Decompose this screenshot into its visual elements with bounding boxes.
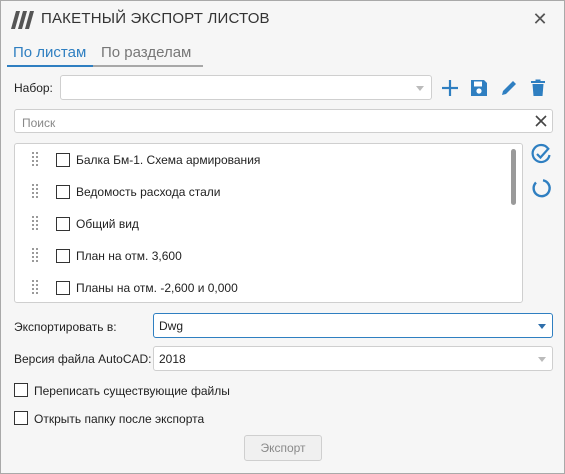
overwrite-checkbox[interactable]	[14, 383, 28, 397]
close-icon[interactable]: ✕	[530, 9, 550, 29]
plus-icon[interactable]	[439, 77, 461, 99]
sheet-label: Ведомость расхода стали	[76, 185, 221, 199]
tab-by-sections[interactable]: По разделам	[101, 43, 191, 63]
list-item[interactable]: Ведомость расхода стали	[15, 176, 505, 208]
sheet-checkbox[interactable]	[56, 185, 70, 199]
autocad-version-label: Версия файла AutoCAD:	[14, 352, 152, 366]
sheet-label: План на отм. 3,600	[76, 249, 182, 263]
open-folder-label: Открыть папку после экспорта	[34, 412, 205, 426]
drag-handle-icon[interactable]	[32, 216, 38, 232]
export-format-label: Экспортировать в:	[14, 320, 117, 334]
list-scrollbar[interactable]	[511, 149, 516, 205]
sheet-checkbox[interactable]	[56, 249, 70, 263]
sheet-list[interactable]: Балка Бм-1. Схема армирования Ведомость …	[14, 143, 523, 303]
list-item[interactable]: Балка Бм-1. Схема армирования	[15, 144, 505, 176]
tab-by-sheets[interactable]: По листам	[13, 43, 86, 63]
pencil-icon[interactable]	[498, 77, 520, 99]
sheet-checkbox[interactable]	[56, 153, 70, 167]
select-all-icon[interactable]	[529, 142, 553, 166]
refresh-icon[interactable]	[529, 176, 553, 200]
drag-handle-icon[interactable]	[32, 248, 38, 264]
sheet-label: Общий вид	[76, 217, 139, 231]
chevron-down-icon	[538, 357, 546, 362]
export-format-value: Dwg	[159, 319, 184, 333]
sheet-checkbox[interactable]	[56, 217, 70, 231]
chevron-down-icon	[416, 86, 424, 91]
search-field[interactable]: Поиск	[14, 109, 553, 133]
list-item[interactable]: План на отм. 3,600	[15, 240, 505, 272]
overwrite-label: Переписать существующие файлы	[34, 384, 230, 398]
chevron-down-icon	[538, 324, 546, 329]
trash-icon[interactable]	[527, 77, 549, 99]
set-label: Набор:	[14, 81, 53, 95]
list-item[interactable]: Общий вид	[15, 208, 505, 240]
tab-divider	[93, 65, 203, 67]
batch-export-window: ПАКЕТНЫЙ ЭКСПОРТ ЛИСТОВ ✕ По листам По р…	[0, 0, 565, 474]
active-tab-indicator	[7, 65, 93, 67]
autocad-version-select[interactable]: 2018	[153, 346, 553, 371]
list-item[interactable]: Планы на отм. -2,600 и 0,000	[15, 272, 505, 304]
export-button[interactable]: Экспорт	[244, 435, 322, 461]
sheet-label: Планы на отм. -2,600 и 0,000	[76, 281, 238, 295]
search-placeholder: Поиск	[22, 116, 56, 130]
drag-handle-icon[interactable]	[32, 280, 38, 296]
sheet-label: Балка Бм-1. Схема армирования	[76, 153, 261, 167]
set-select[interactable]	[60, 75, 432, 100]
title-bar: ПАКЕТНЫЙ ЭКСПОРТ ЛИСТОВ ✕	[1, 1, 564, 37]
save-icon[interactable]	[468, 77, 490, 99]
autocad-version-value: 2018	[159, 352, 186, 366]
app-logo-icon	[11, 11, 34, 29]
window-title: ПАКЕТНЫЙ ЭКСПОРТ ЛИСТОВ	[41, 10, 270, 27]
clear-search-icon[interactable]	[534, 114, 548, 128]
export-format-select[interactable]: Dwg	[153, 313, 553, 338]
drag-handle-icon[interactable]	[32, 184, 38, 200]
sheet-checkbox[interactable]	[56, 281, 70, 295]
drag-handle-icon[interactable]	[32, 152, 38, 168]
open-folder-checkbox[interactable]	[14, 411, 28, 425]
